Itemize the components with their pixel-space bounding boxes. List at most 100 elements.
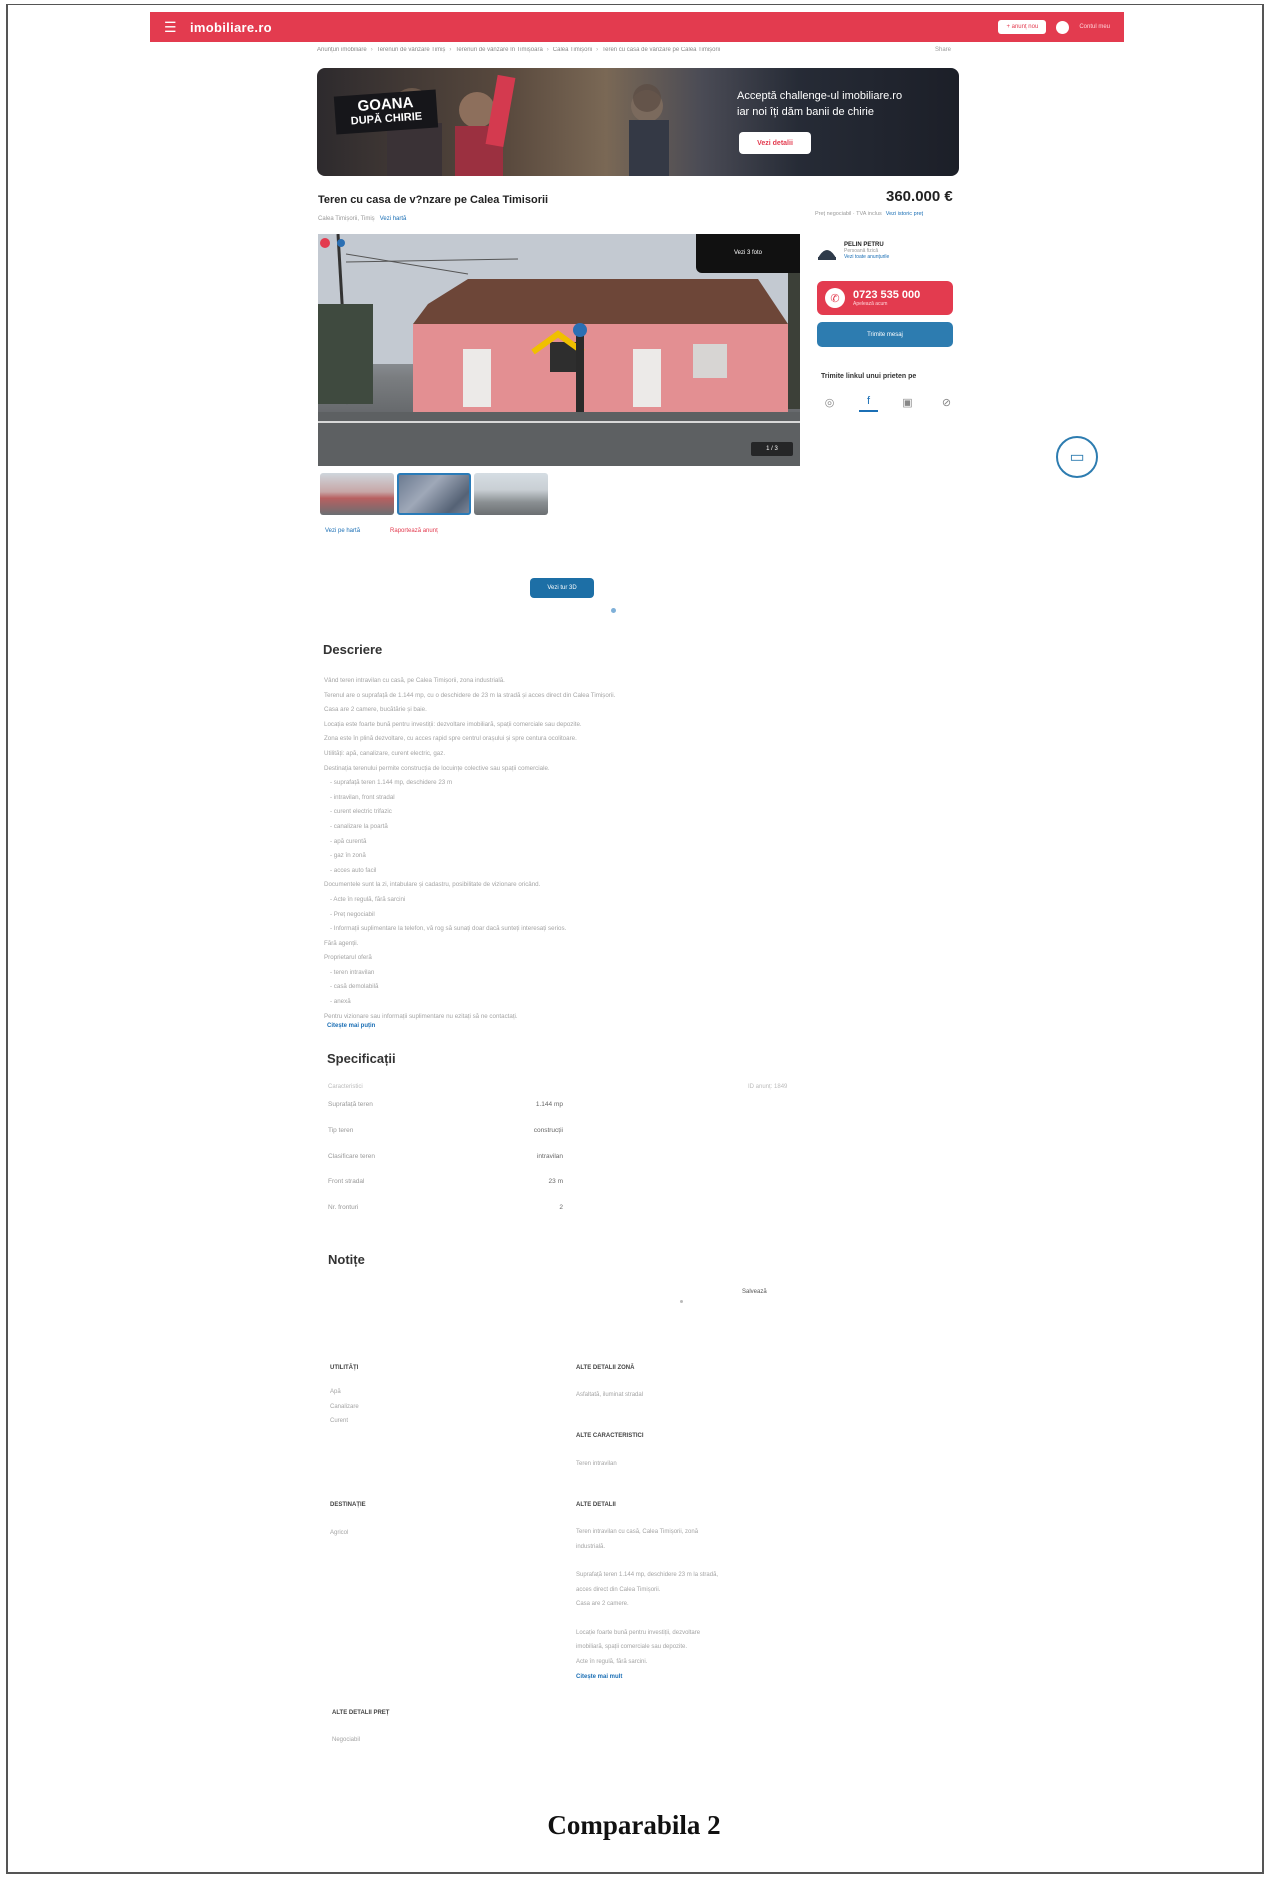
publish-button[interactable]: + anunț nou bbox=[998, 20, 1047, 34]
read-more-link[interactable]: Citește mai mult bbox=[576, 1674, 622, 1680]
price-details-text: Negociabil bbox=[332, 1737, 361, 1743]
map-link[interactable]: Vezi hartă bbox=[380, 216, 407, 222]
specs-heading: Specificații bbox=[327, 1051, 396, 1066]
photo-thumbnails bbox=[320, 473, 548, 515]
message-button[interactable]: Trimite mesaj bbox=[817, 322, 953, 347]
notes-save-button[interactable]: Salvează bbox=[742, 1289, 767, 1295]
read-less-link[interactable]: Citește mai puțin bbox=[327, 1023, 375, 1029]
link-icon[interactable]: ⊘ bbox=[937, 392, 956, 412]
share-title: Trimite linkul unui prieten pe bbox=[821, 373, 917, 380]
phone-button[interactable]: ✆ 0723 535 000 Apelează acum bbox=[817, 281, 953, 315]
features-heading: ALTE CARACTERISTICI bbox=[576, 1433, 644, 1439]
thumbnail[interactable] bbox=[320, 473, 394, 515]
other-details-line: Casa are 2 camere. bbox=[576, 1601, 629, 1607]
description-line: - teren intravilan bbox=[330, 968, 375, 976]
phone-subtext: Apelează acum bbox=[853, 301, 888, 307]
thumbnail[interactable] bbox=[474, 473, 548, 515]
notes-indicator bbox=[680, 1300, 683, 1303]
other-details-line: Acte în regulă, fără sarcini. bbox=[576, 1658, 648, 1665]
site-logo[interactable]: imobiliare.ro bbox=[190, 20, 272, 35]
carousel-dot[interactable] bbox=[611, 608, 616, 613]
spec-key: Nr. fronturi bbox=[328, 1204, 359, 1211]
breadcrumb-separator: › bbox=[370, 47, 373, 53]
spec-value: 23 m bbox=[548, 1178, 563, 1185]
agent-info: PELIN PETRU Persoană fizică Vezi toate a… bbox=[844, 242, 889, 260]
spec-value: 1.144 mp bbox=[535, 1101, 563, 1108]
header-actions: + anunț nou Contul meu bbox=[998, 20, 1110, 34]
report-listing-link[interactable]: Raportează anunț bbox=[390, 528, 438, 534]
other-details-text: Teren intravilan cu casă, Calea Timișori… bbox=[576, 1525, 718, 1669]
listing-price: 360.000 € bbox=[886, 188, 953, 205]
listing-title: Teren cu casa de v?nzare pe Calea Timiso… bbox=[318, 194, 549, 206]
phone-icon: ✆ bbox=[825, 288, 845, 308]
other-details-heading: ALTE DETALII bbox=[576, 1502, 616, 1508]
thumbnail[interactable] bbox=[397, 473, 471, 515]
description-line: - suprafață teren 1.144 mp, deschidere 2… bbox=[330, 779, 453, 787]
phone-number: 0723 535 000 bbox=[853, 289, 921, 301]
facebook-icon[interactable]: f bbox=[859, 392, 878, 412]
description-line: Utilități: apă, canalizare, curent elect… bbox=[324, 749, 446, 757]
description-line: Terenul are o suprafață de 1.144 mp, cu … bbox=[324, 691, 616, 699]
breadcrumb-separator: › bbox=[546, 47, 549, 53]
breadcrumb-item[interactable]: Calea Timișorii bbox=[553, 47, 592, 57]
spec-key: Tip teren bbox=[328, 1127, 354, 1134]
share-icons: ◎ f ▣ ⊘ bbox=[820, 392, 956, 412]
hamburger-icon[interactable]: ☰ bbox=[164, 19, 182, 36]
spec-key: Clasificare teren bbox=[328, 1153, 375, 1160]
description-line: - curent electric trifazic bbox=[330, 808, 392, 816]
agent-listings-link[interactable]: Vezi toate anunțurile bbox=[844, 254, 889, 260]
photo-links: Vezi pe hartă Raportează anunț bbox=[325, 528, 438, 534]
document-caption: Comparabila 2 bbox=[547, 1810, 721, 1840]
photo-count-badge[interactable]: Vezi 3 foto bbox=[696, 234, 800, 273]
share-link[interactable]: Share bbox=[935, 47, 951, 53]
whatsapp-icon[interactable]: ◎ bbox=[820, 392, 839, 412]
spec-value: 2 bbox=[559, 1204, 563, 1211]
description-line: - anexă bbox=[330, 998, 351, 1006]
top-header: ☰ imobiliare.ro + anunț nou Contul meu bbox=[150, 12, 1124, 42]
virtual-tour-button[interactable]: Vezi tur 3D bbox=[530, 578, 594, 598]
view-on-map-link[interactable]: Vezi pe hartă bbox=[325, 528, 360, 534]
map-pin-icon[interactable] bbox=[318, 234, 352, 264]
description-line: - apă curentă bbox=[330, 837, 367, 845]
main-photo[interactable]: Vezi 3 foto 1 / 3 bbox=[318, 234, 800, 466]
breadcrumb-item[interactable]: Anunțuri imobiliare bbox=[317, 47, 367, 57]
banner-button[interactable]: Vezi detalii bbox=[739, 132, 811, 154]
zone-heading: ALTE DETALII ZONĂ bbox=[576, 1365, 635, 1371]
description-line: - Informații suplimentare la telefon, vă… bbox=[330, 925, 567, 933]
spec-row: Suprafață teren 1.144 mp bbox=[328, 1101, 563, 1115]
promo-banner[interactable]: GOANA DUPĂ CHIRIE Acceptă challenge-ul i… bbox=[317, 68, 959, 176]
description-line: Proprietarul oferă bbox=[324, 954, 372, 962]
description-line: - gaz în zonă bbox=[330, 852, 366, 860]
utilities-list: Apă Canalizare Curent bbox=[330, 1385, 359, 1429]
location-text: Calea Timișorii, Timiș bbox=[318, 216, 375, 222]
spec-row: Front stradal 23 m bbox=[328, 1178, 563, 1192]
price-info: Preț negociabil · TVA inclus Vezi istori… bbox=[815, 211, 923, 217]
description-line: Zona este în plină dezvoltare, cu acces … bbox=[324, 735, 577, 743]
account-link[interactable]: Contul meu bbox=[1079, 24, 1110, 30]
user-icon[interactable] bbox=[1056, 20, 1070, 34]
description-line: - Preț negociabil bbox=[330, 910, 375, 918]
banner-text-line: Acceptă challenge-ul imobiliare.ro bbox=[737, 90, 903, 102]
destination-heading: DESTINAȚIE bbox=[330, 1502, 366, 1508]
spec-row: Tip teren construcții bbox=[328, 1127, 563, 1141]
messenger-icon[interactable]: ▣ bbox=[898, 392, 917, 412]
description-line: Vând teren intravilan cu casă, pe Calea … bbox=[324, 677, 505, 684]
destination-text: Agricol bbox=[330, 1530, 349, 1536]
description-line: Documentele sunt la zi, intabulare și ca… bbox=[324, 881, 541, 889]
description-line: Casa are 2 camere, bucătărie și baie. bbox=[324, 706, 427, 714]
other-details-line: Locație foarte bună pentru investiții, d… bbox=[576, 1629, 701, 1636]
other-details-line bbox=[576, 1612, 718, 1626]
banner-text-line: iar noi îți dăm banii de chirie bbox=[737, 106, 874, 118]
breadcrumb-separator: › bbox=[449, 47, 452, 53]
other-details-line: imobiliară, spații comerciale sau depozi… bbox=[576, 1644, 688, 1650]
chat-icon[interactable]: ▭ bbox=[1056, 436, 1098, 478]
breadcrumb-item[interactable]: Terenuri de vânzare în Timișoara bbox=[455, 47, 542, 57]
spec-value: construcții bbox=[533, 1127, 563, 1134]
description-line: Destinația terenului permite construcția… bbox=[324, 764, 550, 772]
spec-value: intravilan bbox=[536, 1153, 563, 1160]
description-line: - Acte în regulă, fără sarcini bbox=[330, 895, 406, 903]
breadcrumb-separator: › bbox=[596, 47, 599, 53]
price-history-link[interactable]: Vezi istoric preț bbox=[886, 211, 923, 217]
description-line: - acces auto facil bbox=[330, 866, 377, 874]
breadcrumb-item[interactable]: Terenuri de vânzare Timiș bbox=[377, 47, 446, 57]
